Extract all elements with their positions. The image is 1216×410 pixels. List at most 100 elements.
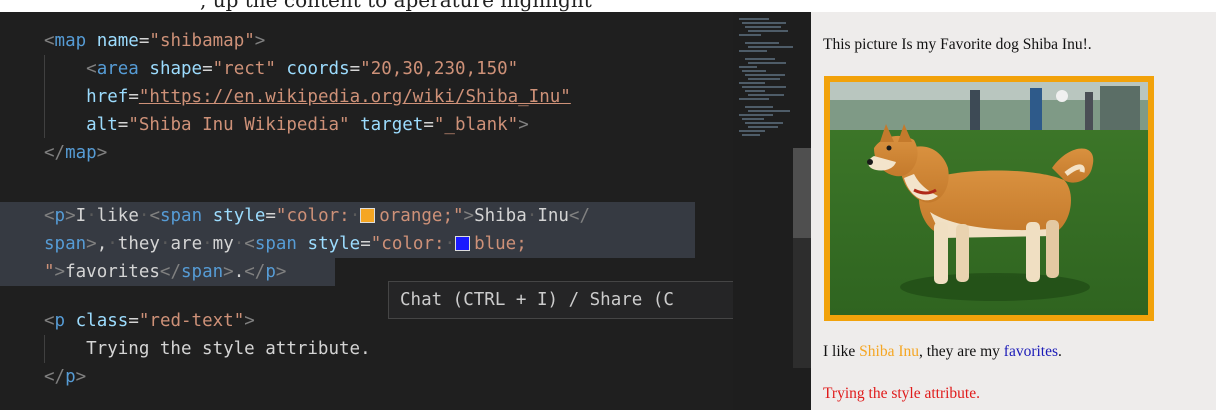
code-token: span bbox=[254, 234, 297, 254]
minimap-line bbox=[745, 42, 779, 44]
minimap-line bbox=[745, 122, 783, 124]
code-token: > bbox=[463, 206, 475, 226]
minimap[interactable] bbox=[733, 12, 793, 410]
code-token: style bbox=[212, 206, 266, 226]
code-token: blue; bbox=[474, 234, 527, 254]
color-swatch-icon[interactable] bbox=[455, 236, 471, 251]
minimap-line bbox=[739, 130, 765, 132]
code-token: > bbox=[75, 367, 87, 387]
code-token: = bbox=[349, 59, 361, 79]
code-line[interactable] bbox=[0, 167, 700, 195]
minimap-line bbox=[739, 50, 767, 52]
code-token: < bbox=[86, 59, 97, 79]
minimap-line bbox=[748, 94, 784, 96]
code-token: · bbox=[444, 234, 456, 254]
code-token: = bbox=[423, 115, 434, 135]
code-token: · bbox=[86, 206, 97, 226]
minimap-line bbox=[745, 90, 765, 92]
color-swatch-icon[interactable] bbox=[360, 208, 376, 223]
minimap-line bbox=[745, 106, 773, 108]
code-token: · bbox=[526, 206, 538, 226]
code-token: > bbox=[223, 262, 234, 282]
minimap-line bbox=[739, 66, 757, 68]
code-line[interactable]: </map> bbox=[0, 139, 700, 167]
minimap-line bbox=[739, 82, 765, 84]
code-line[interactable]: alt="Shiba Inu Wikipedia" target="_blank… bbox=[0, 111, 700, 139]
code-line[interactable]: <area shape="rect" coords="20,30,230,150… bbox=[0, 55, 700, 83]
code-token: are bbox=[170, 234, 203, 254]
code-token: </ bbox=[44, 367, 66, 387]
code-token: p bbox=[54, 311, 66, 331]
code-token: = bbox=[117, 115, 129, 135]
code-line[interactable]: href="https://en.wikipedia.org/wiki/Shib… bbox=[0, 83, 700, 111]
code-token: = bbox=[128, 87, 139, 107]
minimap-line bbox=[742, 70, 766, 72]
code-token: > bbox=[65, 206, 76, 226]
code-token: < bbox=[149, 206, 160, 226]
code-token: " bbox=[44, 262, 55, 282]
code-token: · bbox=[202, 234, 213, 254]
code-token: "20,30,230,150" bbox=[360, 59, 519, 79]
code-line[interactable]: <p>I·like·<span style="color:· orange;">S… bbox=[0, 202, 695, 230]
code-token: map bbox=[54, 31, 87, 51]
code-token: = bbox=[265, 206, 276, 226]
minimap-line bbox=[739, 34, 761, 36]
code-token: > bbox=[518, 115, 529, 135]
code-token: "color: bbox=[370, 234, 445, 254]
browser-preview: This picture Is my Favorite dog Shiba In… bbox=[811, 12, 1216, 410]
minimap-line bbox=[748, 126, 778, 128]
top-strip: , up the content to aperature highlight bbox=[0, 0, 1216, 12]
code-token: shape bbox=[149, 59, 203, 79]
code-token: > bbox=[244, 311, 255, 331]
code-token: </ bbox=[44, 143, 66, 163]
code-line[interactable]: span>,·they·are·my·<span style="color:· b… bbox=[0, 230, 695, 258]
scrollbar-overview-mark bbox=[793, 238, 811, 368]
code-token: </ bbox=[244, 262, 266, 282]
indent-guide bbox=[44, 55, 45, 138]
code-token: · bbox=[159, 234, 171, 254]
code-token: area bbox=[96, 59, 139, 79]
code-editor[interactable]: </p> Trying the style attribute. <p class… bbox=[0, 12, 733, 410]
code-token: , bbox=[96, 234, 108, 254]
code-token: orange;" bbox=[379, 206, 464, 226]
dog-image-map[interactable] bbox=[824, 76, 1154, 321]
code-line[interactable]: </p> bbox=[0, 363, 700, 391]
code-token: Shiba bbox=[474, 206, 527, 226]
minimap-line bbox=[739, 18, 769, 20]
red-text-paragraph: Trying the style attribute. bbox=[823, 385, 980, 402]
code-token: href bbox=[86, 87, 129, 107]
code-token: "rect" bbox=[212, 59, 276, 79]
code-token: alt bbox=[86, 115, 118, 135]
code-token: map bbox=[65, 143, 97, 163]
minimap-line bbox=[739, 114, 773, 116]
code-token: < bbox=[44, 311, 55, 331]
code-token: p bbox=[54, 206, 66, 226]
code-token: = bbox=[128, 311, 139, 331]
minimap-line bbox=[748, 46, 793, 48]
favorites-paragraph: I like Shiba Inu, they are my favorites. bbox=[823, 343, 1062, 361]
code-line[interactable]: ">favorites</span>.</p> bbox=[0, 258, 335, 286]
code-token: p bbox=[265, 262, 276, 282]
chat-share-tooltip[interactable]: Chat (CTRL + I) / Share (C bbox=[388, 281, 733, 319]
code-token: span bbox=[181, 262, 224, 282]
shiba-inu-photo[interactable] bbox=[830, 82, 1148, 315]
scrollbar-thumb[interactable] bbox=[793, 148, 811, 238]
code-line[interactable]: <map name="shibamap"> bbox=[0, 27, 700, 55]
sentence-middle: , they are my bbox=[919, 343, 1004, 360]
top-strip-fragment: , up the content to aperature highlight bbox=[200, 0, 592, 12]
minimap-line bbox=[742, 118, 764, 120]
code-line[interactable]: Trying the style attribute. bbox=[0, 335, 700, 363]
minimap-line bbox=[745, 26, 781, 28]
code-token: . bbox=[233, 262, 245, 282]
code-token: coords bbox=[286, 59, 350, 79]
minimap-line bbox=[739, 98, 769, 100]
minimap-line bbox=[748, 110, 790, 112]
minimap-line bbox=[748, 30, 788, 32]
